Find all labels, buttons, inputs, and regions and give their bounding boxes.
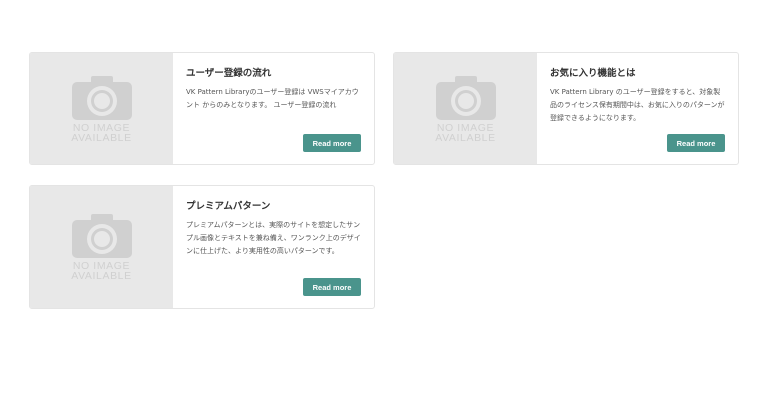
no-image-text: NO IMAGE AVAILABLE [435, 121, 496, 144]
card-body: プレミアムパターン プレミアムパターンとは、実際のサイトを想定したサンプル画像と… [173, 186, 374, 308]
card-favorites[interactable]: NO IMAGE AVAILABLE お気に入り機能とは VK Pattern … [393, 52, 739, 165]
card-premium-pattern[interactable]: NO IMAGE AVAILABLE プレミアムパターン プレミアムパターンとは… [29, 185, 375, 309]
card-title[interactable]: プレミアムパターン [186, 200, 361, 213]
card-description: VK Pattern Libraryのユーザー登録は VWSマイアカウント から… [186, 88, 359, 109]
no-image-line1: NO IMAGE [72, 121, 131, 134]
camera-icon [71, 214, 132, 258]
card-description: VK Pattern Library のユーザー登録をすると、対象製品のライセン… [550, 88, 725, 122]
card-description: プレミアムパターンとは、実際のサイトを想定したサンプル画像とテキストを兼ね備え、… [186, 221, 361, 255]
no-image-line1: NO IMAGE [436, 121, 495, 134]
card-body: ユーザー登録の流れ VK Pattern Libraryのユーザー登録は VWS… [173, 53, 374, 164]
no-image-text: NO IMAGE AVAILABLE [71, 121, 132, 144]
no-image-line2: AVAILABLE [71, 131, 132, 144]
no-image-placeholder: NO IMAGE AVAILABLE [71, 213, 133, 281]
no-image-text: NO IMAGE AVAILABLE [71, 261, 132, 282]
card-grid: NO IMAGE AVAILABLE ユーザー登録の流れ VK Pattern … [0, 0, 768, 403]
card-thumbnail[interactable]: NO IMAGE AVAILABLE [30, 53, 173, 164]
read-more-button[interactable]: Read more [303, 278, 361, 296]
camera-icon [435, 75, 496, 120]
no-image-placeholder: NO IMAGE AVAILABLE [71, 75, 133, 143]
no-image-line2: AVAILABLE [435, 131, 496, 144]
card-title[interactable]: お気に入り機能とは [550, 67, 725, 80]
card-user-registration[interactable]: NO IMAGE AVAILABLE ユーザー登録の流れ VK Pattern … [29, 52, 375, 165]
card-thumbnail[interactable]: NO IMAGE AVAILABLE [30, 186, 173, 308]
no-image-line2: AVAILABLE [71, 270, 132, 282]
read-more-button[interactable]: Read more [667, 134, 725, 152]
card-thumbnail[interactable]: NO IMAGE AVAILABLE [394, 53, 537, 164]
read-more-button[interactable]: Read more [303, 134, 361, 152]
card-title[interactable]: ユーザー登録の流れ [186, 67, 361, 80]
card-body: お気に入り機能とは VK Pattern Library のユーザー登録をすると… [537, 53, 738, 164]
no-image-placeholder: NO IMAGE AVAILABLE [435, 75, 497, 143]
camera-icon [71, 75, 132, 120]
